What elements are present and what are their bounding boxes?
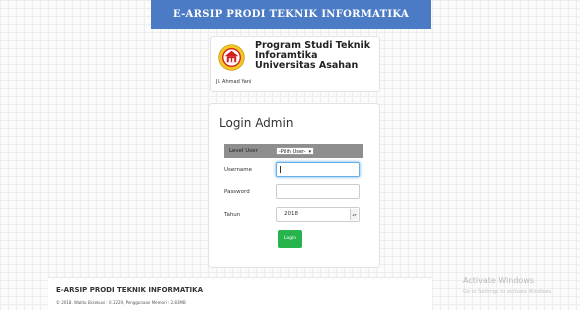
year-selected: 2018 [284,211,298,217]
username-label: Username [224,167,253,173]
footer-title: E-ARSIP PRODI TEKNIK INFORMATIKA [56,286,203,294]
activate-windows-title: Activate Windows [463,276,535,285]
app-title: E-ARSIP PRODI TEKNIK INFORMATIKA [172,9,410,20]
institution-header: Program Studi Teknik Inforamtika Univers… [210,36,380,92]
year-label: Tahun [224,212,241,218]
login-panel: Login Admin Level User -Pilih User- ▾ Us… [208,103,380,268]
password-input[interactable] [276,184,360,199]
level-user-selected: -Pilih User- [279,149,306,155]
app-title-bar: E-ARSIP PRODI TEKNIK INFORMATIKA [151,0,431,29]
password-label: Password [224,189,250,195]
level-user-label: Level User [229,148,258,154]
level-user-row: Level User -Pilih User- ▾ [224,144,363,158]
activate-windows-subtitle: Go to Settings to activate Windows. [463,289,553,295]
year-select[interactable]: 2018 ▴▾ [276,207,360,222]
login-button[interactable]: Login [278,230,302,248]
institution-name: Program Studi Teknik Inforamtika Univers… [255,40,371,71]
footer: E-ARSIP PRODI TEKNIK INFORMATIKA © 2018,… [48,277,432,310]
level-user-select[interactable]: -Pilih User- ▾ [276,147,314,155]
chevron-down-icon: ▾ [308,149,311,155]
username-input[interactable] [276,162,360,177]
text-caret [280,166,281,173]
institution-address: Jl. Ahmad Yani [216,79,252,85]
university-seal-logo-icon [218,44,245,71]
footer-execution-info: © 2018, Waktu Eksekusi : 0.1229, Penggun… [56,300,186,305]
spinner-arrows-icon[interactable]: ▴▾ [350,209,358,220]
login-title: Login Admin [219,116,294,130]
